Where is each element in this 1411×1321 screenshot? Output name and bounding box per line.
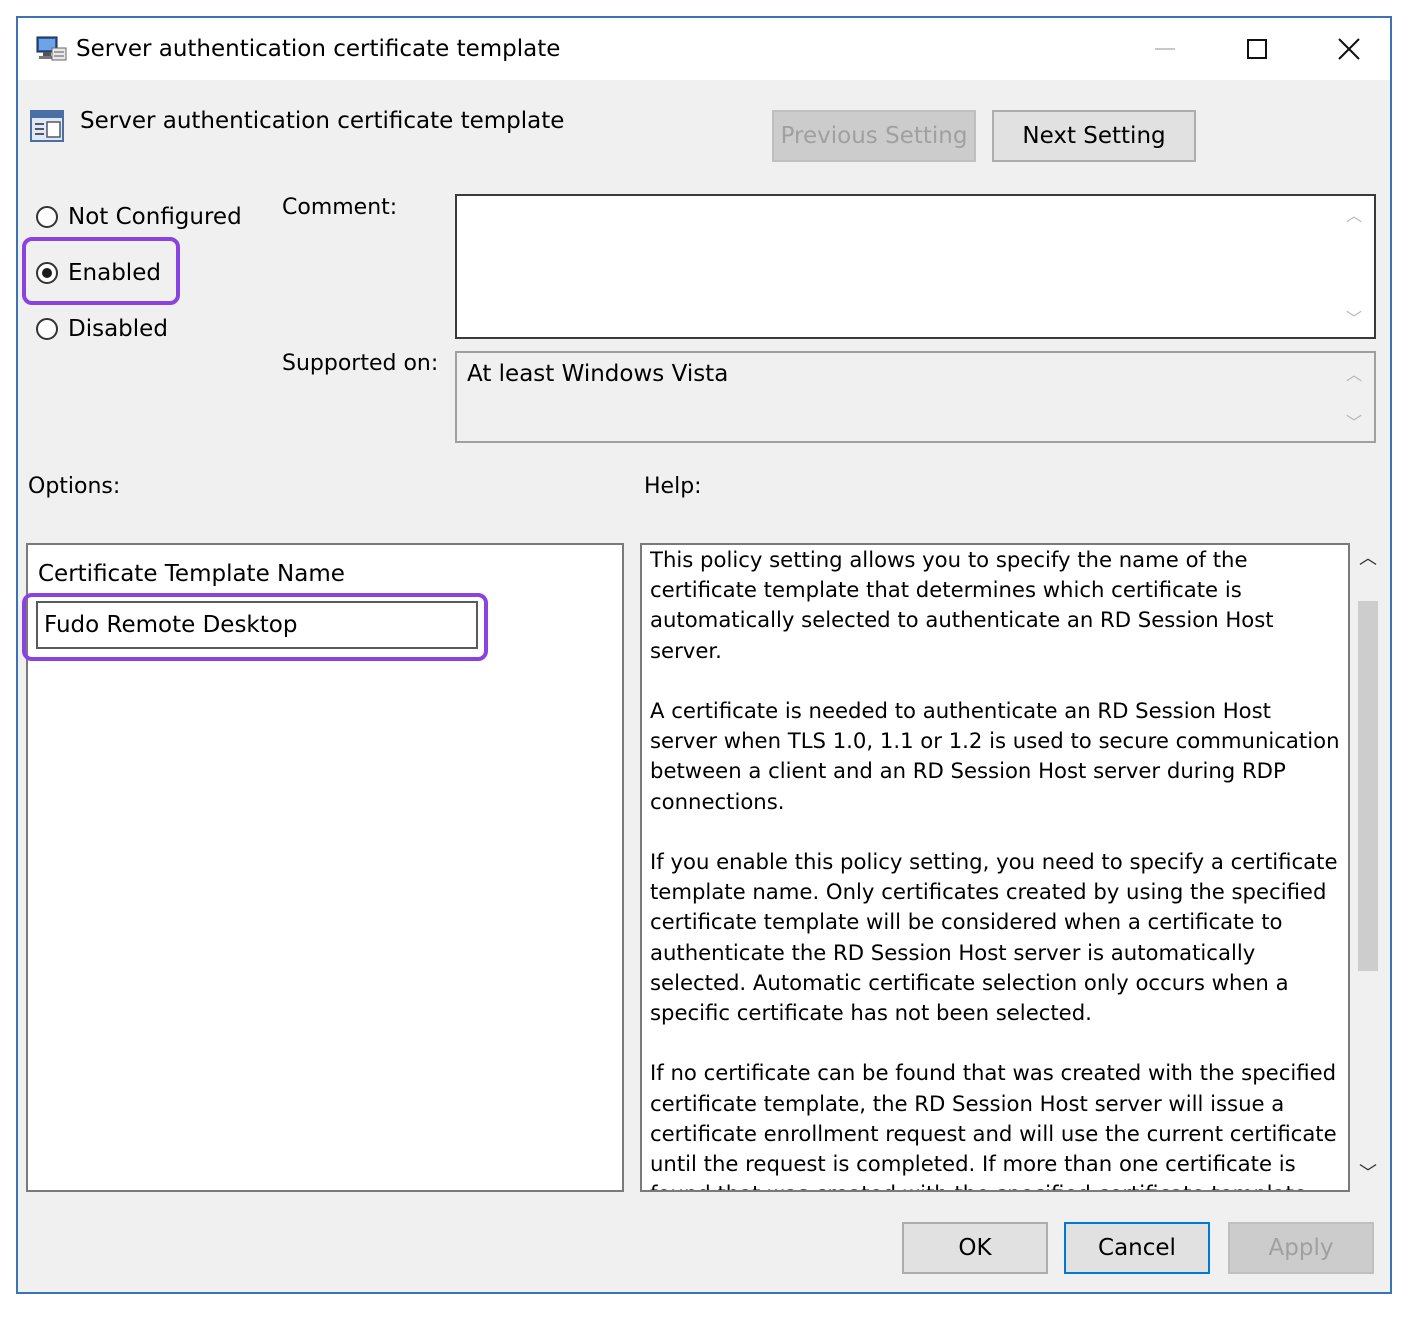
help-panel[interactable]: This policy setting allows you to specif… bbox=[640, 543, 1350, 1192]
help-scrollbar[interactable]: ︿ ﹀ bbox=[1352, 543, 1384, 1192]
previous-setting-button[interactable]: Previous Setting bbox=[772, 110, 976, 162]
chevron-down-icon[interactable]: ﹀ bbox=[1344, 309, 1364, 329]
ok-button[interactable]: OK bbox=[902, 1222, 1048, 1274]
radio-disabled[interactable]: Disabled bbox=[36, 312, 168, 346]
minimize-button[interactable] bbox=[1120, 18, 1210, 80]
supported-on-field: At least Windows Vista ︿ ﹀ bbox=[455, 351, 1376, 443]
policy-setting-icon bbox=[30, 110, 64, 142]
chevron-down-icon[interactable]: ﹀ bbox=[1344, 413, 1364, 433]
maximize-icon bbox=[1247, 39, 1267, 59]
enabled-highlight-box bbox=[22, 237, 180, 305]
comment-label: Comment: bbox=[282, 195, 398, 220]
close-button[interactable] bbox=[1304, 18, 1394, 80]
radio-not-configured[interactable]: Not Configured bbox=[36, 200, 242, 234]
chevron-down-icon[interactable]: ﹀ bbox=[1358, 1164, 1378, 1184]
close-icon bbox=[1338, 38, 1360, 60]
apply-button[interactable]: Apply bbox=[1228, 1222, 1374, 1274]
policy-dialog-window: Server authentication certificate templa… bbox=[16, 16, 1392, 1294]
radio-button-icon bbox=[36, 206, 58, 228]
radio-button-icon bbox=[36, 318, 58, 340]
policy-computer-icon bbox=[34, 34, 68, 64]
help-paragraph: If you enable this policy setting, you n… bbox=[650, 849, 1338, 1026]
scrollbar-thumb[interactable] bbox=[1358, 601, 1378, 971]
radio-label: Disabled bbox=[68, 316, 168, 342]
comment-textarea[interactable]: ︿ ﹀ bbox=[455, 194, 1376, 339]
help-paragraph: If no certificate can be found that was … bbox=[650, 1060, 1337, 1190]
chevron-up-icon[interactable]: ︿ bbox=[1344, 206, 1364, 226]
minimize-icon bbox=[1155, 48, 1175, 50]
supported-on-label: Supported on: bbox=[282, 351, 439, 376]
next-setting-button[interactable]: Next Setting bbox=[992, 110, 1196, 162]
chevron-up-icon[interactable]: ︿ bbox=[1358, 549, 1378, 569]
help-paragraph: This policy setting allows you to specif… bbox=[650, 547, 1274, 663]
radio-label: Not Configured bbox=[68, 204, 242, 230]
help-text: This policy setting allows you to specif… bbox=[650, 545, 1344, 1190]
window-title: Server authentication certificate templa… bbox=[76, 36, 561, 62]
options-label: Options: bbox=[28, 474, 121, 499]
template-name-highlight-box bbox=[22, 593, 488, 661]
supported-on-value: At least Windows Vista bbox=[467, 361, 729, 387]
certificate-template-name-label: Certificate Template Name bbox=[38, 561, 345, 587]
help-paragraph: A certificate is needed to authenticate … bbox=[650, 698, 1340, 814]
chevron-up-icon[interactable]: ︿ bbox=[1344, 365, 1364, 385]
maximize-button[interactable] bbox=[1212, 18, 1302, 80]
help-label: Help: bbox=[644, 474, 702, 499]
setting-title: Server authentication certificate templa… bbox=[80, 108, 565, 134]
cancel-button[interactable]: Cancel bbox=[1064, 1222, 1210, 1274]
title-bar[interactable]: Server authentication certificate templa… bbox=[18, 18, 1390, 80]
